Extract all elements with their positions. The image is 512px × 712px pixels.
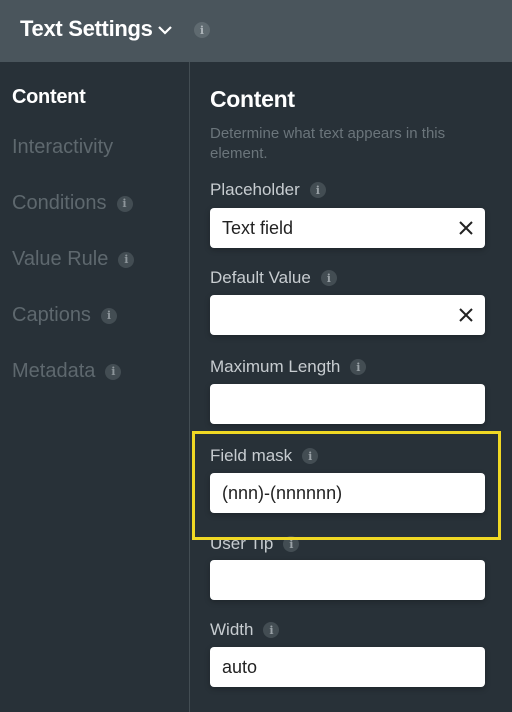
section-description: Determine what text appears in this elem…: [210, 125, 446, 162]
info-icon[interactable]: i: [116, 195, 133, 212]
field-label-text: Maximum Length: [210, 357, 341, 376]
default-value-label: Default Value i: [210, 268, 337, 288]
sidebar-item-label: Conditions: [12, 192, 107, 214]
info-icon[interactable]: i: [350, 359, 367, 375]
panel-divider: [189, 62, 190, 712]
placeholder-input[interactable]: Text field: [210, 208, 485, 248]
default-value-input[interactable]: [210, 295, 485, 335]
field-label-text: Width: [210, 620, 254, 639]
settings-title[interactable]: Text Settings: [20, 16, 153, 42]
info-icon[interactable]: i: [320, 270, 337, 286]
info-icon[interactable]: i: [283, 536, 300, 552]
width-label: Width i: [210, 620, 280, 640]
maximum-length-label: Maximum Length i: [210, 357, 367, 377]
input-value: Text field: [222, 217, 294, 238]
user-tip-label: User Tip i: [210, 534, 300, 554]
header: Text Settings i: [0, 0, 512, 62]
sidebar-item-metadata[interactable]: Metadata i: [12, 360, 122, 383]
placeholder-label: Placeholder i: [210, 180, 326, 200]
chevron-down-icon[interactable]: [157, 22, 173, 38]
info-icon[interactable]: i: [118, 251, 135, 268]
info-icon[interactable]: i: [309, 182, 326, 198]
sidebar-item-label: Interactivity: [12, 136, 114, 158]
sidebar-item-content[interactable]: Content: [12, 86, 86, 109]
width-input[interactable]: auto: [210, 647, 485, 687]
sidebar-item-label: Metadata: [12, 360, 96, 382]
sidebar-item-label: Value Rule: [12, 248, 109, 270]
user-tip-input[interactable]: [210, 560, 485, 600]
sidebar-item-interactivity[interactable]: Interactivity: [12, 136, 113, 159]
sidebar-item-conditions[interactable]: Conditions i: [12, 192, 133, 215]
section-title: Content: [210, 86, 295, 112]
clear-icon[interactable]: [459, 308, 473, 322]
sidebar-item-captions[interactable]: Captions i: [12, 304, 117, 327]
input-value: auto: [222, 656, 258, 677]
field-label-text: Placeholder: [210, 180, 300, 199]
maximum-length-input[interactable]: [210, 384, 485, 424]
sidebar-item-label: Captions: [12, 304, 91, 326]
field-label-text: User Tip: [210, 534, 274, 553]
input-value: (nnn)-(nnnnnn): [222, 482, 343, 503]
info-icon[interactable]: i: [100, 307, 117, 324]
info-icon[interactable]: i: [263, 622, 280, 638]
sidebar-item-label: Content: [12, 86, 86, 108]
clear-icon[interactable]: [459, 221, 473, 235]
info-icon[interactable]: i: [105, 363, 122, 380]
field-label-text: Field mask: [210, 446, 293, 465]
field-mask-input[interactable]: (nnn)-(nnnnnn): [210, 473, 485, 513]
field-mask-label: Field mask i: [210, 446, 319, 466]
info-icon[interactable]: i: [302, 448, 319, 464]
info-icon[interactable]: i: [194, 22, 210, 38]
field-label-text: Default Value: [210, 268, 311, 287]
sidebar-item-value-rule[interactable]: Value Rule i: [12, 248, 135, 271]
